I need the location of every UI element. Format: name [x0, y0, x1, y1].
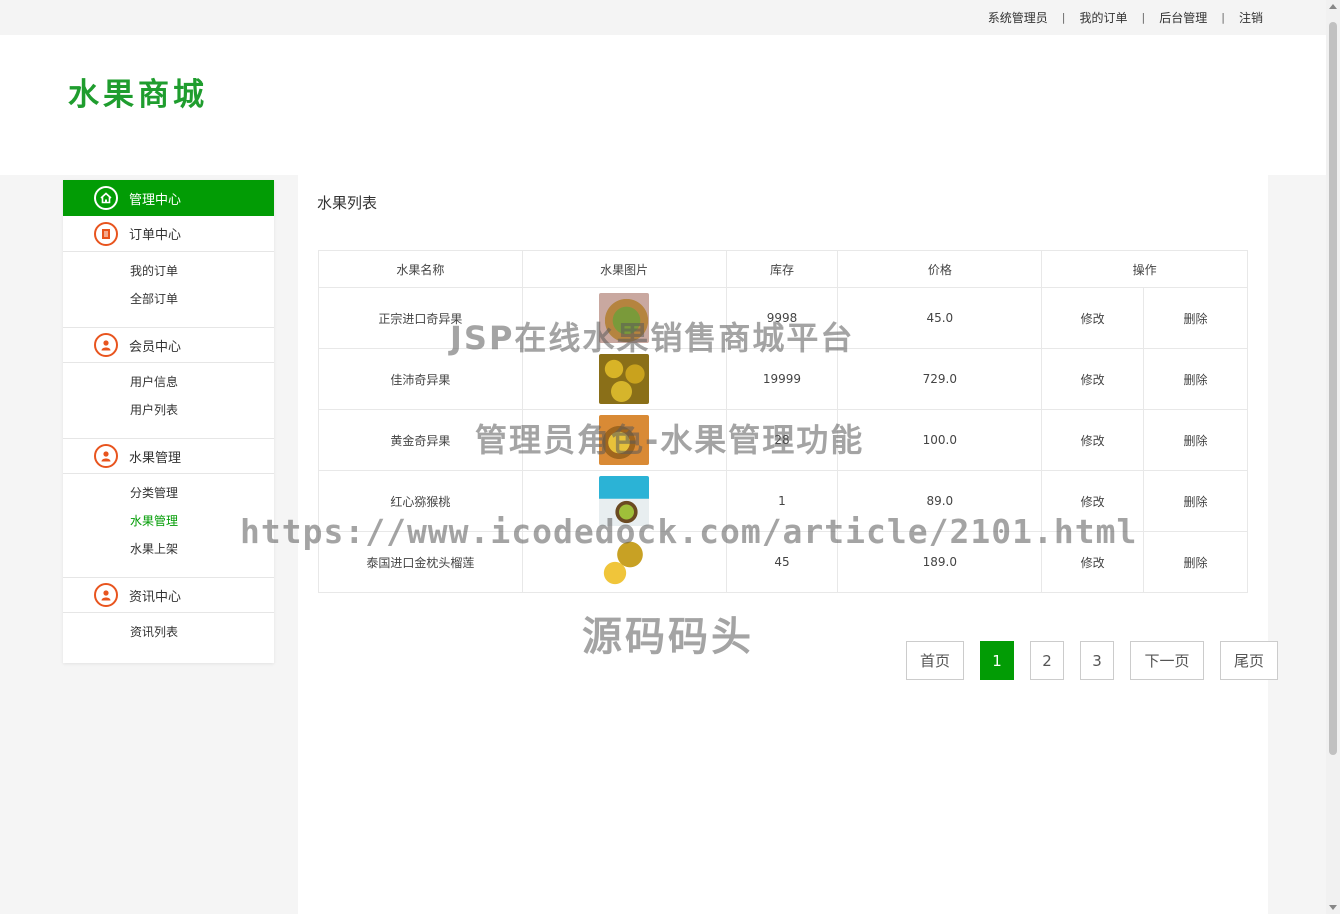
- top-bar: 系统管理员 | 我的订单 | 后台管理 | 注销: [0, 0, 1326, 35]
- fruit-name: 正宗进口奇异果: [318, 287, 523, 349]
- table-row: 泰国进口金枕头榴莲 45 189.0 修改 删除: [318, 531, 1248, 593]
- edit-button[interactable]: 修改: [1081, 312, 1105, 326]
- fruit-image: [599, 537, 650, 587]
- edit-button[interactable]: 修改: [1081, 495, 1105, 509]
- fruit-stock: 45: [725, 531, 839, 593]
- sidebar-group-order-center[interactable]: 订单中心: [63, 216, 274, 252]
- sidebar-item-fruit-management[interactable]: 水果管理: [130, 507, 274, 535]
- table-row: 红心猕猴桃 1 89.0 修改 删除: [318, 470, 1248, 532]
- fruit-image-cell: [521, 409, 727, 471]
- delete-button[interactable]: 删除: [1184, 312, 1208, 326]
- fruit-image-cell: [521, 348, 727, 410]
- top-nav: 系统管理员 | 我的订单 | 后台管理 | 注销: [988, 9, 1263, 26]
- edit-button[interactable]: 修改: [1081, 434, 1105, 448]
- page-title: 水果列表: [317, 194, 378, 212]
- table-row: 佳沛奇异果 19999 729.0 修改 删除: [318, 348, 1248, 410]
- home-icon: [94, 186, 118, 210]
- main-content: 水果列表 水果名称 水果图片 库存 价格 操作 正宗进口奇异果 9998 45.…: [298, 175, 1278, 914]
- table-row: 正宗进口奇异果 9998 45.0 修改 删除: [318, 287, 1248, 349]
- fruit-image: [599, 415, 650, 465]
- column-header-name: 水果名称: [318, 250, 523, 288]
- fruit-name: 黄金奇异果: [318, 409, 523, 471]
- fruit-image: [599, 476, 650, 526]
- sidebar-item-all-orders[interactable]: 全部订单: [130, 285, 274, 313]
- top-nav-admin[interactable]: 系统管理员: [988, 9, 1048, 26]
- user-icon: [94, 583, 118, 607]
- site-logo[interactable]: 水果商城: [68, 69, 208, 114]
- edit-button[interactable]: 修改: [1081, 556, 1105, 570]
- fruit-price: 189.0: [837, 531, 1043, 593]
- user-icon: [94, 333, 118, 357]
- sidebar-item-news-list[interactable]: 资讯列表: [130, 618, 274, 646]
- column-header-stock: 库存: [725, 250, 839, 288]
- sidebar-submenu-fruits: 分类管理 水果管理 水果上架: [63, 474, 274, 577]
- fruit-stock: 19999: [725, 348, 839, 410]
- table-row: 黄金奇异果 28 100.0 修改 删除: [318, 409, 1248, 471]
- pagination: 首页 1 2 3 下一页 尾页: [906, 641, 1278, 680]
- sidebar-group-label: 会员中心: [129, 339, 182, 355]
- sidebar: 管理中心 订单中心 我的订单 全部订单 会员中心 用户信息 用户列表 水果管理 …: [63, 180, 274, 663]
- fruit-price: 729.0: [837, 348, 1043, 410]
- fruit-name: 佳沛奇异果: [318, 348, 523, 410]
- fruit-image-cell: [521, 470, 727, 532]
- sidebar-group-member-center[interactable]: 会员中心: [63, 327, 274, 363]
- pager-page-button[interactable]: 2: [1030, 641, 1064, 680]
- fruit-price: 89.0: [837, 470, 1043, 532]
- sidebar-submenu-news: 资讯列表: [63, 613, 274, 660]
- fruit-image-cell: [521, 531, 727, 593]
- top-nav-separator: |: [1141, 11, 1146, 24]
- pager-page-button[interactable]: 3: [1080, 641, 1114, 680]
- scroll-up-icon[interactable]: [1329, 4, 1337, 9]
- sidebar-group-label: 水果管理: [129, 450, 182, 466]
- top-nav-my-orders[interactable]: 我的订单: [1080, 9, 1128, 26]
- delete-button[interactable]: 删除: [1184, 373, 1208, 387]
- delete-button[interactable]: 删除: [1184, 556, 1208, 570]
- fruit-image-cell: [521, 287, 727, 349]
- fruit-table: 水果名称 水果图片 库存 价格 操作 正宗进口奇异果 9998 45.0 修改 …: [318, 250, 1248, 593]
- sidebar-item-user-info[interactable]: 用户信息: [130, 368, 274, 396]
- top-nav-backend[interactable]: 后台管理: [1159, 9, 1207, 26]
- fruit-image: [599, 354, 650, 404]
- scroll-down-icon[interactable]: [1329, 905, 1337, 910]
- sidebar-item-fruit-listing[interactable]: 水果上架: [130, 535, 274, 563]
- fruit-stock: 9998: [725, 287, 839, 349]
- sidebar-group-fruit-management[interactable]: 水果管理: [63, 438, 274, 474]
- column-header-actions: 操作: [1041, 250, 1248, 288]
- sidebar-group-label: 资讯中心: [129, 589, 182, 605]
- sidebar-group-label: 订单中心: [129, 228, 182, 243]
- site-header: 水果商城: [0, 35, 1326, 175]
- fruit-price: 100.0: [837, 409, 1043, 471]
- scrollbar-thumb[interactable]: [1329, 22, 1337, 755]
- fruit-name: 红心猕猴桃: [318, 470, 523, 532]
- sidebar-submenu-orders: 我的订单 全部订单: [63, 252, 274, 327]
- pager-page-button[interactable]: 1: [980, 641, 1014, 680]
- edit-button[interactable]: 修改: [1081, 373, 1105, 387]
- sidebar-item-my-orders[interactable]: 我的订单: [130, 257, 274, 285]
- fruit-price: 45.0: [837, 287, 1043, 349]
- table-header-row: 水果名称 水果图片 库存 价格 操作: [318, 250, 1248, 288]
- sidebar-group-label: 管理中心: [129, 192, 182, 208]
- sidebar-group-admin-center[interactable]: 管理中心: [63, 180, 274, 216]
- user-icon: [94, 444, 118, 468]
- sidebar-group-news-center[interactable]: 资讯中心: [63, 577, 274, 613]
- fruit-image: [599, 293, 650, 343]
- delete-button[interactable]: 删除: [1184, 495, 1208, 509]
- vertical-scrollbar[interactable]: [1326, 0, 1340, 914]
- top-nav-separator: |: [1221, 11, 1225, 24]
- fruit-stock: 1: [725, 470, 839, 532]
- sidebar-item-user-list[interactable]: 用户列表: [130, 396, 274, 424]
- pager-last-button[interactable]: 尾页: [1220, 641, 1278, 680]
- pager-next-button[interactable]: 下一页: [1130, 641, 1204, 680]
- column-header-image: 水果图片: [521, 250, 727, 288]
- column-header-price: 价格: [837, 250, 1043, 288]
- top-nav-separator: |: [1061, 11, 1066, 24]
- list-icon: [94, 221, 118, 246]
- top-nav-logout[interactable]: 注销: [1239, 9, 1263, 26]
- fruit-name: 泰国进口金枕头榴莲: [318, 531, 523, 593]
- delete-button[interactable]: 删除: [1184, 434, 1208, 448]
- fruit-stock: 28: [725, 409, 839, 471]
- sidebar-item-category-management[interactable]: 分类管理: [130, 479, 274, 507]
- sidebar-submenu-members: 用户信息 用户列表: [63, 363, 274, 438]
- pager-first-button[interactable]: 首页: [906, 641, 964, 680]
